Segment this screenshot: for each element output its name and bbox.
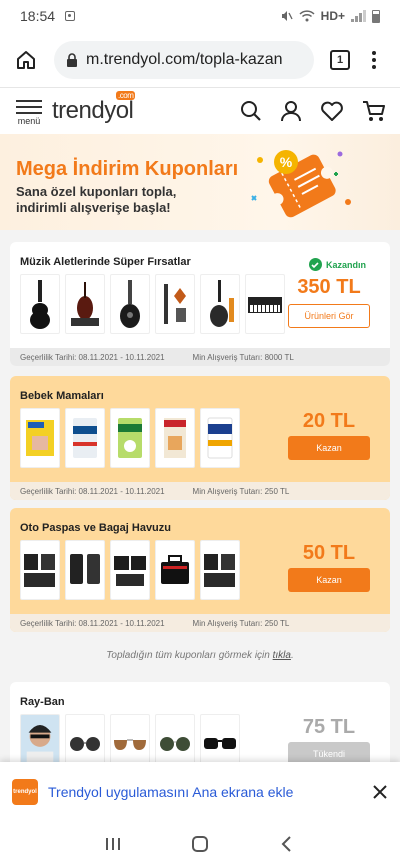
address-bar[interactable]: m.trendyol.com/topla-kazan — [54, 40, 314, 79]
product-thumbnails — [20, 408, 240, 468]
won-status-label: Kazandın — [325, 259, 366, 270]
view-coupons-link[interactable]: tıkla — [273, 650, 291, 661]
coupon-hero-banner: Mega İndirim Kuponları Sana özel kuponla… — [0, 134, 400, 230]
hamburger-icon — [16, 96, 42, 118]
menu-label: menü — [17, 116, 41, 126]
svg-text:%: % — [280, 154, 293, 170]
check-circle-icon — [308, 258, 322, 271]
status-time: 18:54 — [20, 8, 56, 24]
product-thumbnails — [20, 540, 240, 600]
account-icon[interactable] — [280, 100, 302, 122]
site-header: menü trendyol .com — [0, 88, 400, 134]
coupon-ticket-illustration: % — [251, 150, 351, 218]
status-icons: HD+ — [279, 9, 380, 23]
product-thumb-electric-guitar[interactable] — [110, 274, 150, 334]
product-thumb-evolvia-can[interactable] — [65, 408, 105, 468]
close-icon[interactable] — [372, 784, 388, 800]
site-logo[interactable]: trendyol .com — [52, 91, 136, 125]
product-thumbnails — [20, 274, 285, 334]
favorites-icon[interactable] — [320, 100, 344, 122]
product-thumb-keyboard[interactable] — [245, 274, 285, 334]
view-products-button[interactable]: Ürünleri Gör — [288, 304, 370, 328]
won-status: Kazandın — [308, 258, 366, 271]
url-text: m.trendyol.com/topla-kazan — [86, 50, 283, 68]
validity-date: Geçerlilik Tarihi: 08.11.2021 - 10.11.20… — [20, 618, 165, 628]
network-type: HD+ — [320, 9, 345, 23]
search-icon[interactable] — [240, 100, 262, 122]
header-actions — [240, 100, 386, 122]
claim-coupon-button[interactable]: Kazan — [288, 568, 370, 592]
recent-apps-icon[interactable] — [104, 835, 122, 853]
coupon-amount: 20 TL — [302, 410, 356, 432]
validity-date: Geçerlilik Tarihi: 08.11.2021 - 10.11.20… — [20, 352, 165, 362]
battery-icon — [372, 9, 380, 23]
wifi-icon — [299, 10, 315, 22]
hero-subtitle-line1: Sana özel kuponları topla, — [16, 184, 177, 199]
coupon-title: Müzik Aletlerinde Süper Fırsatlar — [20, 256, 191, 268]
mute-icon — [281, 11, 293, 21]
back-icon[interactable] — [278, 835, 296, 853]
product-thumb-bebelac-box[interactable] — [20, 408, 60, 468]
android-nav-bar — [0, 822, 400, 866]
product-thumb-trunk-organizer[interactable] — [155, 540, 195, 600]
coupon-card-music: Müzik Aletlerinde Süper Fırsatlar Kazand… — [10, 242, 390, 366]
product-thumb-hipp-box[interactable] — [155, 408, 195, 468]
gallery-notification-icon — [65, 11, 76, 21]
coupon-title: Oto Paspas ve Bagaj Havuzu — [20, 522, 171, 534]
hero-title: Mega İndirim Kuponları — [16, 158, 239, 180]
product-thumb-guitar-kit[interactable] — [200, 274, 240, 334]
min-spend: Min Alışveriş Tutarı: 250 TL — [192, 486, 290, 496]
coupon-amount: 350 TL — [297, 276, 361, 298]
product-thumb-car-mat-set[interactable] — [20, 540, 60, 600]
coupon-title: Bebek Mamaları — [20, 390, 104, 402]
coupon-amount: 50 TL — [302, 542, 356, 564]
tab-switcher-button[interactable]: 1 — [330, 49, 350, 70]
product-thumb-guitar-accessories[interactable] — [155, 274, 195, 334]
browser-toolbar: m.trendyol.com/topla-kazan 1 — [0, 32, 400, 88]
product-thumb-acoustic-guitar[interactable] — [20, 274, 60, 334]
hero-subtitle-line2: indirimli alışverişe başla! — [16, 200, 171, 215]
app-logo: trendyol — [12, 779, 38, 805]
hero-subtitle: Sana özel kuponları topla, indirimli alı… — [16, 184, 216, 216]
home-nav-icon[interactable] — [191, 835, 209, 853]
validity-date: Geçerlilik Tarihi: 08.11.2021 - 10.11.20… — [20, 486, 165, 496]
lock-icon — [67, 52, 77, 67]
claim-coupon-button[interactable]: Kazan — [288, 436, 370, 460]
logo-suffix: .com — [116, 91, 136, 100]
logo-text: trendyol — [52, 97, 134, 124]
signal-icon — [351, 10, 366, 22]
home-icon — [17, 50, 35, 69]
note-text: Topladığın tüm kuponları görmek için — [106, 650, 270, 661]
add-to-homescreen-link[interactable]: Trendyol uygulamasını Ana ekrana ekle — [48, 784, 293, 800]
coupon-card-baby-food: Bebek Mamaları 20 TL Kazan Geçerlilik Ta… — [10, 376, 390, 500]
product-thumb-sma-can[interactable] — [200, 408, 240, 468]
product-thumb-car-mat-set-2[interactable] — [200, 540, 240, 600]
coupon-footer: Geçerlilik Tarihi: 08.11.2021 - 10.11.20… — [10, 482, 390, 500]
home-button[interactable] — [10, 44, 42, 76]
more-options-icon[interactable] — [372, 50, 376, 69]
coupon-title: Ray-Ban — [20, 696, 65, 708]
product-thumb-humana-can[interactable] — [110, 408, 150, 468]
product-thumb-car-mat-pair[interactable] — [65, 540, 105, 600]
coupon-footer: Geçerlilik Tarihi: 08.11.2021 - 10.11.20… — [10, 614, 390, 632]
status-bar: 18:54 HD+ — [0, 0, 400, 32]
product-thumb-car-mat-floor[interactable] — [110, 540, 150, 600]
cart-icon[interactable] — [362, 100, 386, 122]
coupon-card-car-mats: Oto Paspas ve Bagaj Havuzu 50 TL Kazan G… — [10, 508, 390, 632]
add-to-homescreen-banner: trendyol Trendyol uygulamasını Ana ekran… — [0, 762, 400, 822]
note-end: . — [290, 650, 294, 661]
all-coupons-note: Topladığın tüm kuponları görmek için tık… — [0, 650, 400, 661]
min-spend: Min Alışveriş Tutarı: 250 TL — [192, 618, 290, 628]
min-spend: Min Alışveriş Tutarı: 8000 TL — [192, 352, 294, 362]
menu-button[interactable]: menü — [14, 96, 44, 126]
product-thumb-violin-set[interactable] — [65, 274, 105, 334]
coupon-footer: Geçerlilik Tarihi: 08.11.2021 - 10.11.20… — [10, 348, 390, 366]
coupon-amount: 75 TL — [302, 716, 356, 738]
